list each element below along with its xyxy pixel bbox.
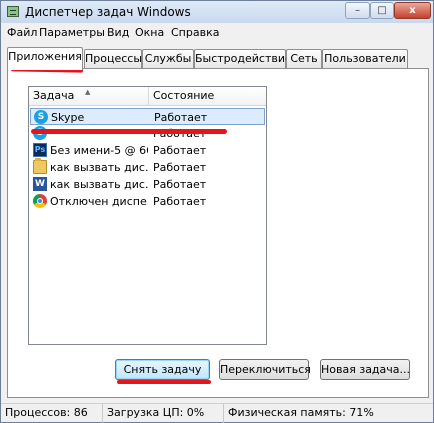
column-header-status[interactable]: Состояние [149,87,266,105]
menu-help[interactable]: Справка [171,26,219,39]
chrome-icon [33,194,47,208]
annotation-mark-redaction [31,129,227,134]
folder-icon [33,158,47,174]
status-cpu: Загрузка ЦП: 0% [103,404,224,423]
status-memory: Физическая память: 71% [228,406,374,419]
tab-services[interactable]: Службы [142,49,194,68]
word-icon: W [33,177,47,191]
task-row-folder[interactable]: как вызвать дис... Работает [30,158,265,176]
column-header-task[interactable]: ▲ Задача [29,87,149,105]
tab-users[interactable]: Пользователи [322,49,408,68]
switch-to-button[interactable]: Переключиться [219,359,311,380]
title-bar[interactable]: Диспетчер задач Windows – □ x [1,1,433,23]
status-processes: Процессов: 86 [1,404,103,423]
menu-options[interactable]: Параметры [39,26,105,39]
task-manager-window: Диспетчер задач Windows – □ x Файл Парам… [0,0,434,423]
menu-windows[interactable]: Окна [135,26,164,39]
task-manager-app-icon [7,6,19,17]
task-row-word[interactable]: W как вызвать дис... Работает [30,176,265,193]
window-title: Диспетчер задач Windows [25,5,191,19]
tab-strip: Приложения Процессы Службы Быстродействи… [7,47,427,70]
maximize-button[interactable]: □ [370,2,394,19]
status-bar: Процессов: 86 Загрузка ЦП: 0% Физическая… [1,403,433,423]
task-row-chrome[interactable]: Отключен диспе... Работает [30,193,265,210]
task-row-photoshop[interactable]: Ps Без имени-5 @ 66... Работает [30,142,265,159]
minimize-button[interactable]: – [345,2,370,19]
tasks-list[interactable]: ▲ Задача Состояние S Skype Работает S Ра… [28,86,267,345]
annotation-mark-button [117,380,211,384]
menu-view[interactable]: Вид [107,26,129,39]
skype-icon: S [34,110,48,124]
close-button[interactable]: x [394,2,431,19]
end-task-button[interactable]: Снять задачу [115,359,210,380]
tab-processes[interactable]: Процессы [84,49,142,68]
list-header: ▲ Задача Состояние [29,87,266,106]
task-row-skype[interactable]: S Skype Работает [30,108,265,125]
tab-applications[interactable]: Приложения [7,47,83,70]
menu-file[interactable]: Файл [7,26,37,39]
tab-performance[interactable]: Быстродействие [194,49,292,68]
new-task-button[interactable]: Новая задача... [320,359,410,380]
photoshop-icon: Ps [33,143,47,157]
sort-ascending-icon: ▲ [85,88,91,96]
tab-network[interactable]: Сеть [286,49,322,68]
menu-bar: Файл Параметры Вид Окна Справка [1,23,433,42]
